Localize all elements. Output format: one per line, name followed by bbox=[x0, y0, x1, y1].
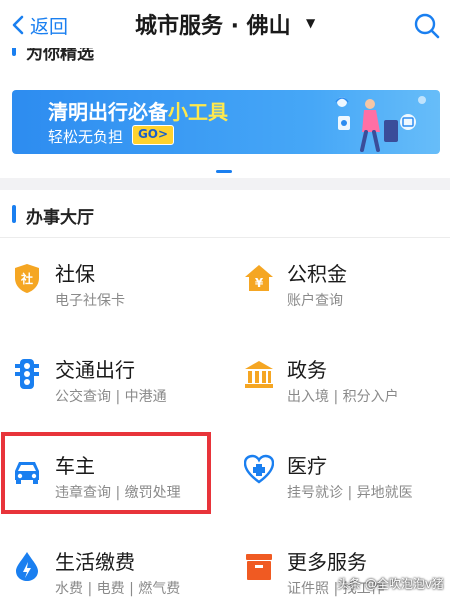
shield-icon: 社 bbox=[15, 264, 39, 293]
service-desc: 电子社保卡 bbox=[55, 293, 125, 309]
navigation-bar: 返回 城市服务 · 佛山 ▼ bbox=[0, 0, 450, 48]
service-item-government[interactable]: 政务 出入境 | 积分入户 bbox=[232, 334, 450, 420]
service-item-housing-fund[interactable]: ¥ 公积金 账户查询 bbox=[232, 238, 450, 324]
service-name: 生活缴费 bbox=[55, 550, 135, 574]
service-desc: 水费 | 电费 | 燃气费 bbox=[55, 581, 181, 597]
traffic-light-icon bbox=[15, 359, 39, 389]
service-grid: 社 社保 电子社保卡 ¥ 公积金 账户查询 交通出行 公交查询 | 中港通 政务… bbox=[0, 238, 450, 600]
medical-heart-icon bbox=[244, 454, 274, 484]
highlight-box bbox=[1, 432, 211, 514]
service-hall-header: 办事大厅 bbox=[0, 190, 450, 238]
service-desc: 出入境 | 积分入户 bbox=[287, 389, 399, 405]
service-desc: 账户查询 bbox=[287, 293, 343, 309]
more-services-icon bbox=[246, 554, 272, 580]
banner-section: 清明出行必备小工具 轻松无负担 GO> bbox=[0, 62, 450, 178]
service-name: 更多服务 bbox=[287, 550, 367, 574]
svg-text:¥: ¥ bbox=[255, 276, 264, 290]
water-drop-icon bbox=[16, 552, 38, 581]
watermark: 头条 @全吹泡泡v猪 bbox=[337, 577, 444, 591]
service-name: 医疗 bbox=[287, 454, 327, 478]
government-building-icon bbox=[245, 361, 273, 388]
banner-title-main: 清明出行必备 bbox=[48, 100, 168, 124]
promo-banner[interactable]: 清明出行必备小工具 轻松无负担 GO> bbox=[12, 90, 440, 154]
search-icon[interactable] bbox=[412, 11, 442, 41]
chevron-left-icon bbox=[12, 15, 24, 35]
section-marker bbox=[12, 205, 16, 223]
banner-subtitle: 轻松无负担 bbox=[48, 128, 124, 146]
banner-pagination-indicator bbox=[216, 170, 232, 173]
service-name: 政务 bbox=[287, 358, 327, 382]
service-hall-title: 办事大厅 bbox=[26, 208, 94, 228]
service-desc: 公交查询 | 中港通 bbox=[55, 389, 167, 405]
back-label: 返回 bbox=[30, 15, 69, 38]
service-name: 交通出行 bbox=[55, 358, 135, 382]
svg-text:社: 社 bbox=[20, 271, 33, 286]
service-item-social-security[interactable]: 社 社保 电子社保卡 bbox=[0, 238, 220, 324]
service-item-transport[interactable]: 交通出行 公交查询 | 中港通 bbox=[0, 334, 220, 420]
page-title[interactable]: 城市服务 · 佛山 bbox=[135, 8, 291, 40]
service-name: 社保 bbox=[55, 262, 95, 286]
banner-go-button[interactable]: GO> bbox=[132, 125, 174, 145]
traveler-illustration-icon bbox=[335, 96, 426, 152]
section-marker bbox=[12, 48, 16, 56]
banner-title: 清明出行必备小工具 bbox=[48, 96, 228, 125]
back-button[interactable]: 返回 bbox=[8, 10, 68, 40]
recommend-section-header: 为你精选 bbox=[0, 48, 450, 62]
service-item-utilities[interactable]: 生活缴费 水费 | 电费 | 燃气费 bbox=[0, 526, 220, 600]
service-desc: 挂号就诊 | 异地就医 bbox=[287, 485, 413, 501]
recommend-title: 为你精选 bbox=[26, 48, 94, 62]
banner-title-highlight: 小工具 bbox=[168, 100, 228, 124]
city-dropdown-caret-icon[interactable]: ▼ bbox=[306, 16, 315, 30]
house-yen-icon: ¥ bbox=[245, 265, 273, 291]
service-item-medical[interactable]: 医疗 挂号就诊 | 异地就医 bbox=[232, 430, 450, 516]
service-name: 公积金 bbox=[287, 262, 347, 286]
